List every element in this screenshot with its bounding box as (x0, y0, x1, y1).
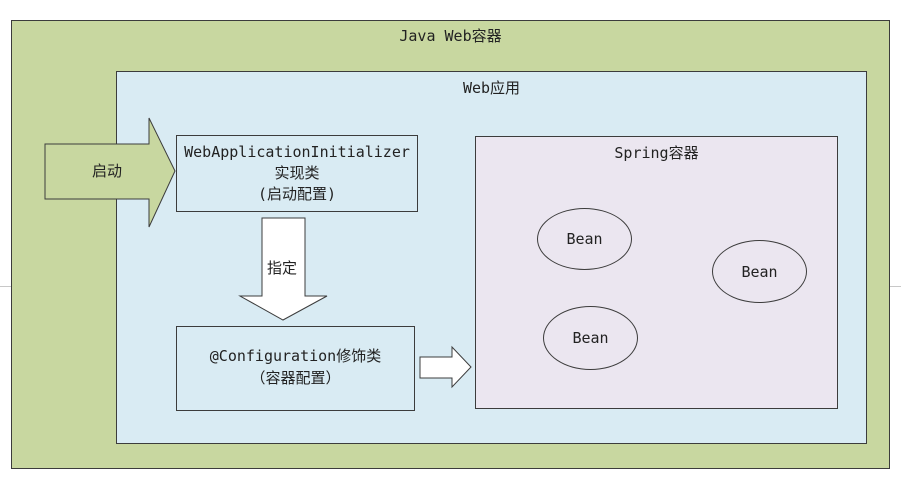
specify-arrow-label: 指定 (267, 259, 298, 277)
config-to-spring-arrow (419, 345, 472, 389)
bean-ellipse: Bean (712, 240, 807, 303)
configuration-container-config-label: （容器配置） (250, 369, 341, 387)
bean-ellipse: Bean (543, 306, 638, 370)
initializer-class-name: WebApplicationInitializer (184, 143, 410, 161)
initializer-impl-label: 实现类 (274, 164, 320, 182)
spring-container-title: Spring容器 (614, 144, 699, 162)
bean-ellipse: Bean (537, 208, 632, 270)
initializer-startup-config-label: (启动配置) (257, 185, 337, 203)
configuration-class-label: @Configuration修饰类 (209, 347, 382, 365)
start-arrow-label: 启动 (92, 162, 123, 180)
